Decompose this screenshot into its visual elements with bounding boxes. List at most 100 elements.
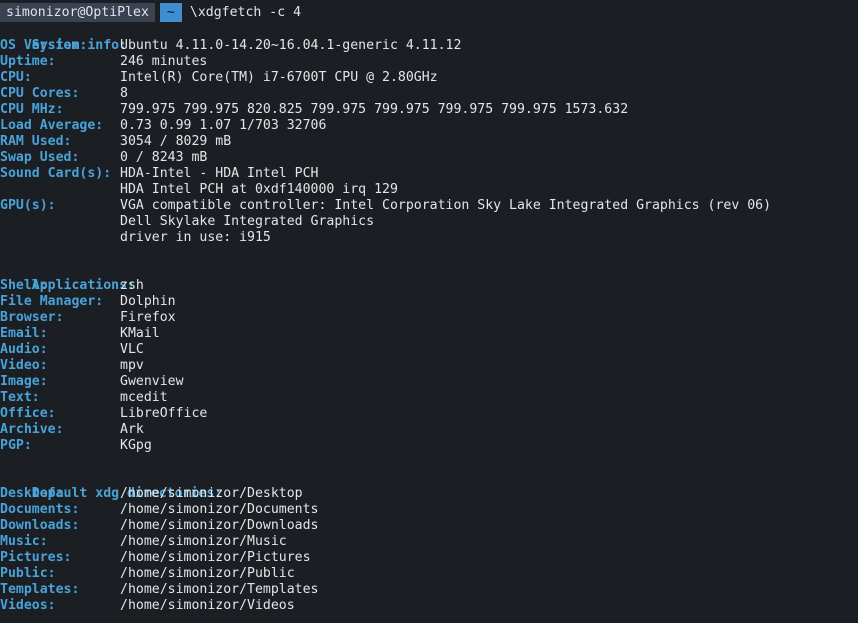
info-value: 799.975 799.975 820.825 799.975 799.975 …: [120, 102, 629, 117]
info-row: Uptime: 246 minutes: [0, 54, 858, 70]
info-key: Shell:: [0, 278, 48, 293]
info-row: CPU MHz: 799.975 799.975 820.825 799.975 …: [0, 102, 858, 118]
info-row: Shell: zsh: [0, 278, 858, 294]
info-value: mpv: [120, 358, 144, 373]
info-row: Dell Skylake Integrated Graphics: [0, 214, 858, 230]
info-key: Videos:: [0, 598, 56, 613]
info-row: Browser: Firefox: [0, 310, 858, 326]
info-value: HDA Intel PCH at 0xdf140000 irq 129: [120, 182, 398, 197]
info-row: OS Version: Ubuntu 4.11.0-14.20~16.04.1-g…: [0, 38, 858, 54]
info-row: Public: /home/simonizor/Public: [0, 566, 858, 582]
info-key: OS Version:: [0, 38, 88, 53]
section-heading-system-info: System info:: [0, 22, 858, 53]
info-value: Intel(R) Core(TM) i7-6700T CPU @ 2.80GHz: [120, 70, 438, 85]
info-row: CPU: Intel(R) Core(TM) i7-6700T CPU @ 2.8…: [0, 70, 858, 86]
info-key: Archive:: [0, 422, 64, 437]
info-row: Video: mpv: [0, 358, 858, 374]
info-row: Videos: /home/simonizor/Videos: [0, 598, 858, 614]
info-row: Downloads: /home/simonizor/Downloads: [0, 518, 858, 534]
info-row: Templates: /home/simonizor/Templates: [0, 582, 858, 598]
system-info-section: OS Version: Ubuntu 4.11.0-14.20~16.04.1-g…: [0, 38, 858, 246]
info-key: Documents:: [0, 502, 80, 517]
info-row: Documents: /home/simonizor/Documents: [0, 502, 858, 518]
info-value: /home/simonizor/Public: [120, 566, 295, 581]
info-value: zsh: [120, 278, 144, 293]
info-value: KMail: [120, 326, 160, 341]
info-value: /home/simonizor/Templates: [120, 582, 319, 597]
info-key: CPU:: [0, 70, 32, 85]
xdg-directories-section: Desktop:/home/simonizor/Desktop Documents…: [0, 486, 858, 614]
info-key: Downloads:: [0, 518, 80, 533]
info-key: GPU(s):: [0, 198, 56, 213]
info-row: RAM Used: 3054 / 8029 mB: [0, 134, 858, 150]
info-key: Pictures:: [0, 550, 72, 565]
info-key: Music:: [0, 534, 48, 549]
info-key: Uptime:: [0, 54, 56, 69]
info-row: Swap Used: 0 / 8243 mB: [0, 150, 858, 166]
info-row: Desktop: /home/simonizor/Desktop: [0, 486, 858, 502]
info-row: Office: LibreOffice: [0, 406, 858, 422]
info-value: Gwenview: [120, 374, 184, 389]
info-value: mcedit: [120, 390, 168, 405]
info-key: CPU MHz:: [0, 102, 64, 117]
info-row: Text: mcedit: [0, 390, 858, 406]
info-value: 8: [120, 86, 128, 101]
info-value: driver in use: i915: [120, 230, 271, 245]
info-row: File Manager: Dolphin: [0, 294, 858, 310]
info-row: Sound Card(s): HDA-Intel - HDA Intel PCH: [0, 166, 858, 182]
shell-prompt: simonizor@OptiPlex ~ \xdgfetch -c 4: [0, 3, 858, 22]
info-row: Image: Gwenview: [0, 374, 858, 390]
info-value: Dolphin: [120, 294, 176, 309]
info-key: Swap Used:: [0, 150, 80, 165]
info-row: GPU(s): VGA compatible controller: Intel …: [0, 198, 858, 214]
section-heading-applications: Applications:: [0, 262, 858, 293]
terminal-window[interactable]: simonizor@OptiPlex ~ \xdgfetch -c 4 Syst…: [0, 0, 858, 623]
info-value: KGpg: [120, 438, 152, 453]
info-key: Video:: [0, 358, 48, 373]
info-row: Load Average: 0.73 0.99 1.07 1/703 32706: [0, 118, 858, 134]
info-key: Audio:: [0, 342, 48, 357]
info-value: /home/simonizor/Desktop: [120, 486, 303, 501]
info-row: HDA Intel PCH at 0xdf140000 irq 129: [0, 182, 858, 198]
info-key: CPU Cores:: [0, 86, 80, 101]
info-value: 0.73 0.99 1.07 1/703 32706: [120, 118, 327, 133]
info-key: Templates:: [0, 582, 80, 597]
info-key: Browser:: [0, 310, 64, 325]
info-key: File Manager:: [0, 294, 104, 309]
info-key: Sound Card(s):: [0, 166, 112, 181]
info-value: VLC: [120, 342, 144, 357]
info-row: Audio: VLC: [0, 342, 858, 358]
info-value: Ark: [120, 422, 144, 437]
info-row: CPU Cores: 8: [0, 86, 858, 102]
info-row: Pictures: /home/simonizor/Pictures: [0, 550, 858, 566]
info-row: PGP: KGpg: [0, 438, 858, 454]
info-key: Office:: [0, 406, 56, 421]
applications-section: Shell: zsh File Manager: Dolphin Browser: Fir…: [0, 278, 858, 454]
info-value: /home/simonizor/Downloads: [120, 518, 319, 533]
prompt-directory: ~: [159, 3, 182, 22]
info-value: /home/simonizor/Music: [120, 534, 287, 549]
info-key: Text:: [0, 390, 40, 405]
info-key: RAM Used:: [0, 134, 72, 149]
info-key: Public:: [0, 566, 56, 581]
info-value: Dell Skylake Integrated Graphics: [120, 214, 375, 229]
info-value: /home/simonizor/Pictures: [120, 550, 311, 565]
info-row: driver in use: i915: [0, 230, 858, 246]
info-value: HDA-Intel - HDA Intel PCH: [120, 166, 319, 181]
info-key: Load Average:: [0, 118, 104, 133]
prompt-user-host: simonizor@OptiPlex: [0, 3, 155, 22]
info-value: Firefox: [120, 310, 176, 325]
info-row: Email: KMail: [0, 326, 858, 342]
info-value: VGA compatible controller: Intel Corpora…: [120, 198, 772, 213]
command-text: \xdgfetch -c 4: [189, 5, 302, 20]
info-value: /home/simonizor/Videos: [120, 598, 295, 613]
info-value: 3054 / 8029 mB: [120, 134, 232, 149]
info-key: PGP:: [0, 438, 32, 453]
info-key: Email:: [0, 326, 48, 341]
info-value: 246 minutes: [120, 54, 208, 69]
info-row: Music: /home/simonizor/Music: [0, 534, 858, 550]
info-value: /home/simonizor/Documents: [120, 502, 319, 517]
info-value: LibreOffice: [120, 406, 208, 421]
